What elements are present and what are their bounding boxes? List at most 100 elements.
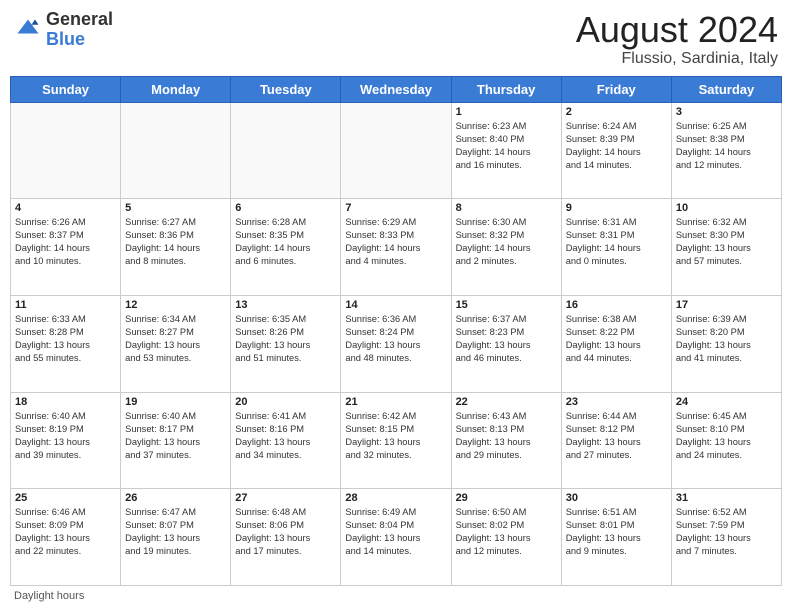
day-info: Sunrise: 6:36 AMSunset: 8:24 PMDaylight:… [345, 313, 446, 365]
calendar-cell: 21 Sunrise: 6:42 AMSunset: 8:15 PMDayligh… [341, 392, 451, 489]
day-info: Sunrise: 6:43 AMSunset: 8:13 PMDaylight:… [456, 410, 557, 462]
day-info: Sunrise: 6:28 AMSunset: 8:35 PMDaylight:… [235, 216, 336, 268]
day-number: 20 [235, 396, 336, 408]
logo-icon [14, 16, 42, 44]
day-number: 4 [15, 202, 116, 214]
day-number: 3 [676, 106, 777, 118]
day-info: Sunrise: 6:39 AMSunset: 8:20 PMDaylight:… [676, 313, 777, 365]
calendar-cell: 27Sunrise: 6:48 AMSunset: 8:06 PMDayligh… [231, 489, 341, 586]
day-number: 7 [345, 202, 446, 214]
day-info: Sunrise: 6:35 AMSunset: 8:26 PMDaylight:… [235, 313, 336, 365]
day-number: 21 [345, 396, 446, 408]
day-number: 6 [235, 202, 336, 214]
day-info: Sunrise: 6:26 AMSunset: 8:37 PMDaylight:… [15, 216, 116, 268]
day-header-thursday: Thursday [451, 76, 561, 102]
day-header-monday: Monday [121, 76, 231, 102]
day-header-wednesday: Wednesday [341, 76, 451, 102]
day-info: Sunrise: 6:37 AMSunset: 8:23 PMDaylight:… [456, 313, 557, 365]
footer: Daylight hours [10, 590, 782, 602]
page-container: General Blue August 2024 Flussio, Sardin… [0, 0, 792, 612]
day-info: Sunrise: 6:52 AMSunset: 7:59 PMDaylight:… [676, 506, 777, 558]
day-header-sunday: Sunday [11, 76, 121, 102]
day-info: Sunrise: 6:24 AMSunset: 8:39 PMDaylight:… [566, 120, 667, 172]
calendar-cell: 17 Sunrise: 6:39 AMSunset: 8:20 PMDayligh… [671, 295, 781, 392]
day-number: 8 [456, 202, 557, 214]
day-number: 23 [566, 396, 667, 408]
calendar-week-row: 11Sunrise: 6:33 AMSunset: 8:28 PMDayligh… [11, 295, 782, 392]
day-info: Sunrise: 6:48 AMSunset: 8:06 PMDaylight:… [235, 506, 336, 558]
day-number: 28 [345, 492, 446, 504]
calendar-week-row: 25Sunrise: 6:46 AMSunset: 8:09 PMDayligh… [11, 489, 782, 586]
calendar-cell: 26 Sunrise: 6:47 AMSunset: 8:07 PMDayligh… [121, 489, 231, 586]
day-number: 25 [15, 492, 116, 504]
day-number: 24 [676, 396, 777, 408]
logo-blue: Blue [46, 29, 85, 49]
day-info: Sunrise: 6:30 AMSunset: 8:32 PMDaylight:… [456, 216, 557, 268]
calendar-cell: 18Sunrise: 6:40 AMSunset: 8:19 PMDayligh… [11, 392, 121, 489]
calendar-cell: 6 Sunrise: 6:28 AMSunset: 8:35 PMDaylight… [231, 199, 341, 296]
day-info: Sunrise: 6:25 AMSunset: 8:38 PMDaylight:… [676, 120, 777, 172]
calendar-cell: 13Sunrise: 6:35 AMSunset: 8:26 PMDayligh… [231, 295, 341, 392]
location: Flussio, Sardinia, Italy [576, 50, 778, 68]
day-number: 1 [456, 106, 557, 118]
calendar-cell: 22 Sunrise: 6:43 AMSunset: 8:13 PMDayligh… [451, 392, 561, 489]
day-info: Sunrise: 6:44 AMSunset: 8:12 PMDaylight:… [566, 410, 667, 462]
day-number: 30 [566, 492, 667, 504]
day-number: 18 [15, 396, 116, 408]
day-info: Sunrise: 6:23 AMSunset: 8:40 PMDaylight:… [456, 120, 557, 172]
logo: General Blue [14, 10, 113, 50]
calendar-cell: 2Sunrise: 6:24 AMSunset: 8:39 PMDaylight… [561, 102, 671, 199]
day-info: Sunrise: 6:31 AMSunset: 8:31 PMDaylight:… [566, 216, 667, 268]
day-number: 15 [456, 299, 557, 311]
day-number: 16 [566, 299, 667, 311]
calendar-cell [341, 102, 451, 199]
calendar-cell: 7 Sunrise: 6:29 AMSunset: 8:33 PMDaylight… [341, 199, 451, 296]
calendar-cell [11, 102, 121, 199]
day-header-tuesday: Tuesday [231, 76, 341, 102]
calendar-cell: 10Sunrise: 6:32 AMSunset: 8:30 PMDayligh… [671, 199, 781, 296]
day-number: 31 [676, 492, 777, 504]
calendar-cell: 1 Sunrise: 6:23 AMSunset: 8:40 PMDaylight… [451, 102, 561, 199]
calendar-cell [121, 102, 231, 199]
calendar-table: SundayMondayTuesdayWednesdayThursdayFrid… [10, 76, 782, 586]
day-info: Sunrise: 6:38 AMSunset: 8:22 PMDaylight:… [566, 313, 667, 365]
calendar-cell: 8 Sunrise: 6:30 AMSunset: 8:32 PMDaylight… [451, 199, 561, 296]
calendar-cell: 31 Sunrise: 6:52 AMSunset: 7:59 PMDayligh… [671, 489, 781, 586]
day-info: Sunrise: 6:50 AMSunset: 8:02 PMDaylight:… [456, 506, 557, 558]
day-info: Sunrise: 6:40 AMSunset: 8:17 PMDaylight:… [125, 410, 226, 462]
calendar-cell: 20 Sunrise: 6:41 AMSunset: 8:16 PMDayligh… [231, 392, 341, 489]
day-number: 22 [456, 396, 557, 408]
day-number: 10 [676, 202, 777, 214]
calendar-cell: 11Sunrise: 6:33 AMSunset: 8:28 PMDayligh… [11, 295, 121, 392]
calendar-cell: 12 Sunrise: 6:34 AMSunset: 8:27 PMDayligh… [121, 295, 231, 392]
calendar-week-row: 1 Sunrise: 6:23 AMSunset: 8:40 PMDaylight… [11, 102, 782, 199]
day-number: 19 [125, 396, 226, 408]
day-number: 29 [456, 492, 557, 504]
day-info: Sunrise: 6:29 AMSunset: 8:33 PMDaylight:… [345, 216, 446, 268]
calendar-cell: 30 Sunrise: 6:51 AMSunset: 8:01 PMDayligh… [561, 489, 671, 586]
day-info: Sunrise: 6:41 AMSunset: 8:16 PMDaylight:… [235, 410, 336, 462]
calendar-cell: 16 Sunrise: 6:38 AMSunset: 8:22 PMDayligh… [561, 295, 671, 392]
day-info: Sunrise: 6:51 AMSunset: 8:01 PMDaylight:… [566, 506, 667, 558]
calendar-week-row: 18Sunrise: 6:40 AMSunset: 8:19 PMDayligh… [11, 392, 782, 489]
day-number: 9 [566, 202, 667, 214]
day-number: 26 [125, 492, 226, 504]
day-info: Sunrise: 6:34 AMSunset: 8:27 PMDaylight:… [125, 313, 226, 365]
calendar-cell: 4 Sunrise: 6:26 AMSunset: 8:37 PMDaylight… [11, 199, 121, 296]
day-info: Sunrise: 6:49 AMSunset: 8:04 PMDaylight:… [345, 506, 446, 558]
day-number: 17 [676, 299, 777, 311]
calendar-cell: 29 Sunrise: 6:50 AMSunset: 8:02 PMDayligh… [451, 489, 561, 586]
daylight-label: Daylight hours [14, 590, 84, 602]
calendar-cell: 19 Sunrise: 6:40 AMSunset: 8:17 PMDayligh… [121, 392, 231, 489]
day-number: 12 [125, 299, 226, 311]
title-block: August 2024 Flussio, Sardinia, Italy [576, 10, 778, 68]
day-info: Sunrise: 6:42 AMSunset: 8:15 PMDaylight:… [345, 410, 446, 462]
day-info: Sunrise: 6:27 AMSunset: 8:36 PMDaylight:… [125, 216, 226, 268]
calendar-header-row: SundayMondayTuesdayWednesdayThursdayFrid… [11, 76, 782, 102]
day-header-friday: Friday [561, 76, 671, 102]
day-info: Sunrise: 6:47 AMSunset: 8:07 PMDaylight:… [125, 506, 226, 558]
calendar-cell: 15 Sunrise: 6:37 AMSunset: 8:23 PMDayligh… [451, 295, 561, 392]
header: General Blue August 2024 Flussio, Sardin… [10, 10, 782, 68]
day-header-saturday: Saturday [671, 76, 781, 102]
day-number: 11 [15, 299, 116, 311]
